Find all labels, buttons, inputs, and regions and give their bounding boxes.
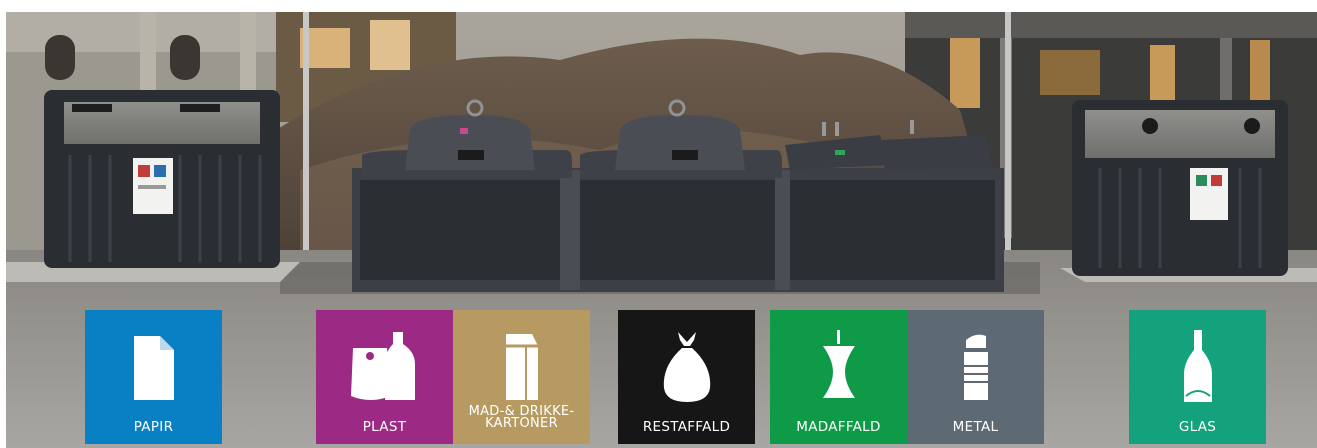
tin-can-icon <box>963 334 988 400</box>
tile-metal: METAL <box>907 310 1044 444</box>
glass-bottle-icon <box>1183 330 1212 402</box>
tile-label-metal: METAL <box>952 419 999 435</box>
tile-plast: PLAST <box>316 310 453 444</box>
paper-sheet-icon <box>133 336 174 400</box>
tile-restaffald: RESTAFFALD <box>618 310 755 444</box>
tile-label-kartoner: MAD-& DRIKKE- KARTONER <box>468 404 575 431</box>
tile-label-madaffald: MADAFFALD <box>796 419 881 435</box>
tile-madaffald: MADAFFALD <box>770 310 907 444</box>
apple-core-icon <box>822 330 855 398</box>
tile-mad-drikkekartoner: MAD-& DRIKKE- KARTONER <box>453 310 590 444</box>
plastic-bag-bottle-icon <box>350 332 415 400</box>
tile-papir: PAPIR <box>85 310 222 444</box>
carton-icon <box>505 334 538 400</box>
trash-bag-icon <box>663 332 710 402</box>
tile-label-glas: GLAS <box>1178 419 1217 435</box>
tile-glas: GLAS <box>1129 310 1266 444</box>
tile-label-plast: PLAST <box>362 419 407 435</box>
tile-label-restaffald: RESTAFFALD <box>642 419 731 435</box>
tile-label-papir: PAPIR <box>133 419 174 435</box>
